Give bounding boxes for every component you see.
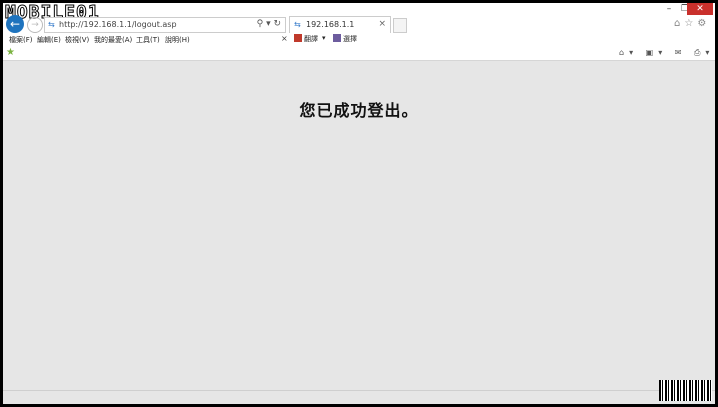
tab-title: 192.168.1.1 [306,20,355,29]
favorites-bar: ★ ⌂▾ ▣▾ ✉ ⎙▾ [3,45,715,61]
menu-tools[interactable]: 工具(T) [136,35,160,45]
close-window-button[interactable]: ✕ [687,3,713,15]
address-url[interactable]: http://192.168.1.1/logout.asp [59,20,177,29]
back-button[interactable]: ← [6,15,24,33]
tab-page-icon: ⇆ [294,20,301,29]
menu-close-icon[interactable]: × [281,34,288,43]
translate-icon [294,34,302,42]
menu-file[interactable]: 檔案(F) [9,35,33,45]
browser-window: MOBILE01 ← → ⇆ http://192.168.1.1/logout… [3,3,715,404]
select-button[interactable]: 選擇 [333,34,357,44]
logout-message: 您已成功登出。 [299,101,419,120]
forward-button[interactable]: → [27,17,43,33]
new-tab-button[interactable] [393,18,407,33]
forward-arrow-icon: → [31,20,39,30]
add-favorite-star-icon[interactable]: ★ [6,47,15,58]
status-bar [3,390,715,404]
page-content: 您已成功登出。 [3,61,715,390]
home-favorites-tools-icons[interactable]: ⌂☆⚙ [674,18,710,29]
menu-edit[interactable]: 編輯(E) [37,35,61,45]
page-icon: ⇆ [48,20,55,29]
menu-view[interactable]: 檢視(V) [65,35,89,45]
translate-dropdown-icon[interactable]: ▾ [322,34,326,42]
menu-bar: 檔案(F) 編輯(E) 檢視(V) 我的最愛(A) 工具(T) 說明(H) × … [3,33,715,45]
barcode-decoration [659,380,712,401]
tab-active[interactable]: ⇆ 192.168.1.1 × [289,16,391,33]
search-refresh-icons[interactable]: ⚲ ▾ ↻ [257,19,281,29]
menu-help[interactable]: 說明(H) [165,35,190,45]
command-bar-icons[interactable]: ⌂▾ ▣▾ ✉ ⎙▾ [619,48,714,58]
minimize-button[interactable]: – [661,3,677,15]
translate-button[interactable]: 翻譯 [294,34,318,44]
title-bar: MOBILE01 ← → ⇆ http://192.168.1.1/logout… [3,3,715,33]
back-arrow-icon: ← [9,17,21,31]
select-icon [333,34,341,42]
menu-favorites[interactable]: 我的最愛(A) [94,35,132,45]
tab-close-icon[interactable]: × [378,19,386,29]
address-bar[interactable]: ⇆ http://192.168.1.1/logout.asp ⚲ ▾ ↻ [44,17,286,33]
